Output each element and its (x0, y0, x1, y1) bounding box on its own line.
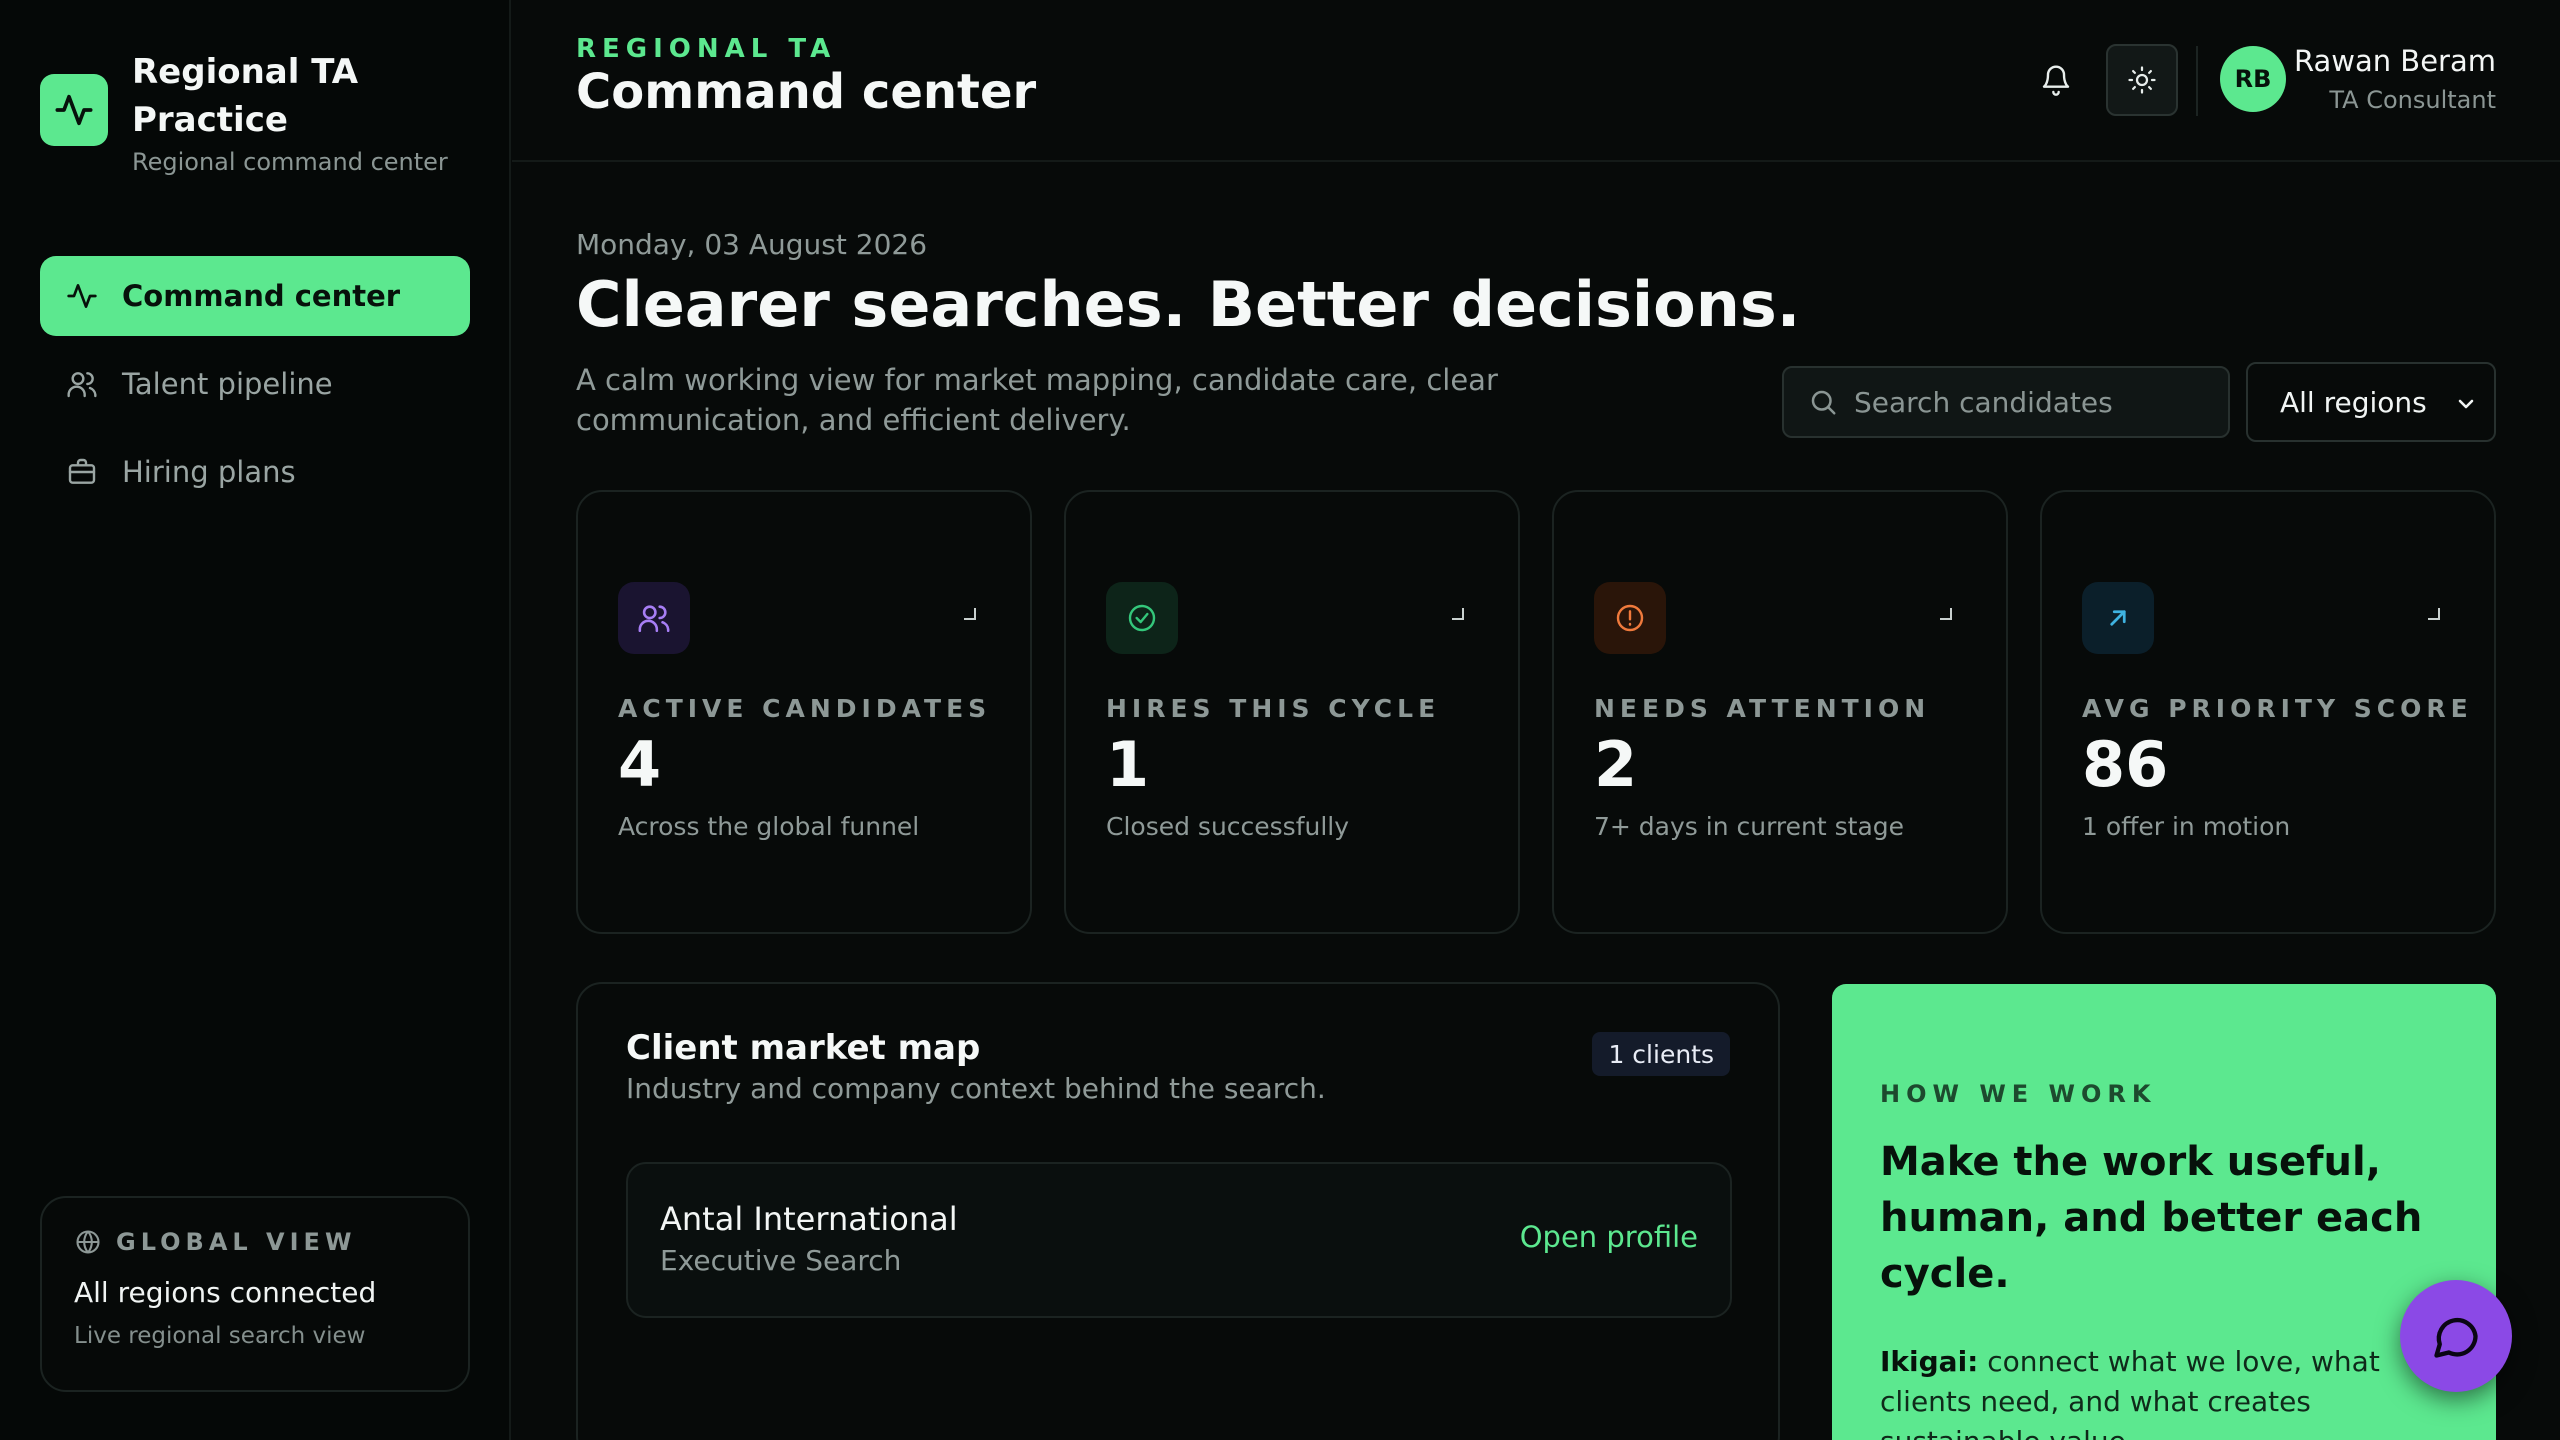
corner-arrow-icon (2424, 604, 2442, 622)
top-header: REGIONAL TA Command center RB Rawan Bera… (512, 0, 2560, 162)
header-divider (2196, 46, 2198, 116)
theme-toggle-button[interactable] (2106, 44, 2178, 116)
users-icon (618, 582, 690, 654)
sun-icon (2127, 65, 2157, 95)
how-we-work-eyebrow: HOW WE WORK (1880, 1080, 2157, 1108)
check-circle-icon (1106, 582, 1178, 654)
kpi-subtext: 7+ days in current stage (1594, 812, 1905, 841)
kpi-label: ACTIVE CANDIDATES (618, 694, 992, 723)
section-subtitle: Industry and company context behind the … (626, 1072, 1326, 1105)
sidebar-nav: Command center Talent pipeline Hiring pl… (40, 256, 470, 520)
users-icon (64, 366, 100, 402)
kpi-value: 4 (618, 728, 662, 801)
kpi-label: NEEDS ATTENTION (1594, 694, 1931, 723)
sidebar: Regional TA Practice Regional command ce… (0, 0, 511, 1440)
chat-bubble-icon (2430, 1310, 2482, 1362)
global-view-detail: Live regional search view (74, 1323, 366, 1349)
corner-arrow-icon (1448, 604, 1466, 622)
sidebar-item-command-center[interactable]: Command center (40, 256, 470, 336)
kpi-label: AVG PRIORITY SCORE (2082, 694, 2473, 723)
client-market-map: Client market map Industry and company c… (576, 982, 1780, 1440)
search-icon (1808, 387, 1838, 417)
alert-circle-icon (1594, 582, 1666, 654)
client-list-item[interactable]: Antal International Executive Search Ope… (626, 1162, 1732, 1318)
kpi-value: 2 (1594, 728, 1638, 801)
activity-icon (40, 74, 108, 146)
hero-headline: Clearer searches. Better decisions. (576, 268, 1801, 341)
region-select-value: All regions (2280, 385, 2427, 419)
arrow-up-right-icon (2082, 582, 2154, 654)
kpi-card-needs-attention[interactable]: NEEDS ATTENTION 2 7+ days in current sta… (1552, 490, 2008, 934)
avatar[interactable]: RB (2220, 46, 2286, 112)
kpi-subtext: 1 offer in motion (2082, 812, 2291, 841)
brand-subtitle: Regional command center (132, 148, 448, 176)
chat-button[interactable] (2400, 1280, 2512, 1392)
client-type: Executive Search (660, 1244, 902, 1277)
global-view-status: All regions connected (74, 1276, 377, 1309)
kpi-value: 1 (1106, 728, 1150, 801)
user-name: Rawan Beram (2293, 44, 2496, 78)
global-view-card: GLOBAL VIEW All regions connected Live r… (40, 1196, 470, 1392)
kpi-card-hires-this-cycle[interactable]: HIRES THIS CYCLE 1 Closed successfully (1064, 490, 1520, 934)
brand-name: Regional TA Practice (132, 52, 359, 140)
kpi-value: 86 (2082, 728, 2169, 801)
hero-intro: A calm working view for market mapping, … (576, 363, 1498, 437)
page-title: Command center (576, 64, 1037, 120)
sidebar-item-label: Hiring plans (122, 455, 296, 489)
how-we-work-card: HOW WE WORK Make the work useful, human,… (1832, 984, 2496, 1440)
section-title: Client market map (626, 1028, 981, 1068)
kpi-subtext: Closed successfully (1106, 812, 1350, 841)
sidebar-item-label: Command center (122, 279, 401, 313)
sidebar-item-talent-pipeline[interactable]: Talent pipeline (40, 344, 470, 424)
how-we-work-text: Ikigai: connect what we love, what clien… (1880, 1342, 2440, 1440)
chevron-down-icon (2454, 392, 2478, 416)
current-date: Monday, 03 August 2026 (576, 228, 928, 261)
client-name: Antal International (660, 1200, 958, 1238)
activity-icon (64, 278, 100, 314)
bell-icon[interactable] (2034, 58, 2078, 102)
globe-icon (74, 1228, 102, 1256)
corner-arrow-icon (1936, 604, 1954, 622)
open-profile-link[interactable]: Open profile (1520, 1220, 1698, 1254)
kpi-card-avg-priority-score[interactable]: AVG PRIORITY SCORE 86 1 offer in motion (2040, 490, 2496, 934)
briefcase-icon (64, 454, 100, 490)
corner-arrow-icon (960, 604, 978, 622)
kpi-card-active-candidates[interactable]: ACTIVE CANDIDATES 4 Across the global fu… (576, 490, 1032, 934)
search-input[interactable] (1854, 385, 2214, 419)
kpi-label: HIRES THIS CYCLE (1106, 694, 1441, 723)
how-we-work-title: Make the work useful, human, and better … (1880, 1139, 2423, 1297)
header-eyebrow: REGIONAL TA (576, 34, 837, 64)
clients-count-badge: 1 clients (1592, 1032, 1730, 1076)
search-box[interactable] (1782, 366, 2230, 438)
global-view-title: GLOBAL VIEW (116, 1228, 357, 1256)
kpi-subtext: Across the global funnel (618, 812, 920, 841)
ikigai-label: Ikigai: (1880, 1345, 1979, 1378)
sidebar-item-hiring-plans[interactable]: Hiring plans (40, 432, 470, 512)
sidebar-item-label: Talent pipeline (122, 367, 333, 401)
user-role: TA Consultant (2329, 86, 2496, 114)
brand: Regional TA Practice Regional command ce… (40, 48, 448, 176)
region-select[interactable]: All regions (2246, 362, 2496, 442)
